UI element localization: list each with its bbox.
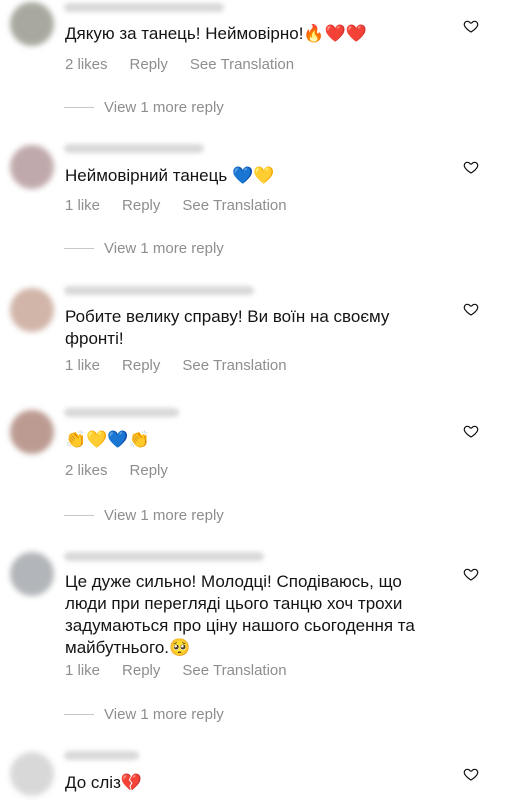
see-translation-button[interactable]: See Translation — [190, 56, 294, 73]
likes-count[interactable]: 1 like — [65, 357, 100, 374]
divider-line — [64, 714, 94, 715]
comment-meta: 1 like Reply See Translation — [65, 357, 309, 374]
reply-button[interactable]: Reply — [122, 357, 160, 374]
username-blurred — [64, 286, 254, 295]
likes-count[interactable]: 2 likes — [65, 56, 108, 73]
reply-button[interactable]: Reply — [130, 56, 168, 73]
username-blurred — [64, 144, 204, 153]
see-translation-button[interactable]: See Translation — [182, 662, 286, 679]
comment-meta: 2 likes Reply — [65, 462, 190, 479]
avatar[interactable] — [10, 145, 54, 189]
like-heart-icon[interactable] — [463, 566, 479, 582]
view-more-replies[interactable]: View 1 more reply — [64, 507, 224, 524]
divider-line — [64, 515, 94, 516]
divider-line — [64, 107, 94, 108]
comment-meta: 1 like Reply See Translation — [65, 197, 309, 214]
comment-text: Дякую за танець! Неймовірно!🔥❤️❤️ — [65, 24, 367, 43]
view-more-replies[interactable]: View 1 more reply — [64, 240, 224, 257]
likes-count[interactable]: 2 likes — [65, 462, 108, 479]
comment-meta: 2 likes Reply See Translation — [65, 56, 316, 73]
avatar[interactable] — [10, 288, 54, 332]
view-more-label[interactable]: View 1 more reply — [104, 99, 224, 116]
comment-text: 👏💛💙👏 — [65, 430, 150, 450]
avatar[interactable] — [10, 552, 54, 596]
avatar[interactable] — [10, 410, 54, 454]
likes-count[interactable]: 1 like — [65, 662, 100, 679]
comment-meta: 1 like Reply See Translation — [65, 662, 309, 679]
see-translation-button[interactable]: See Translation — [182, 197, 286, 214]
divider-line — [64, 248, 94, 249]
avatar[interactable] — [10, 2, 54, 46]
view-more-replies[interactable]: View 1 more reply — [64, 706, 224, 723]
reply-button[interactable]: Reply — [122, 662, 160, 679]
view-more-label[interactable]: View 1 more reply — [104, 706, 224, 723]
avatar[interactable] — [10, 752, 54, 796]
view-more-label[interactable]: View 1 more reply — [104, 507, 224, 524]
reply-button[interactable]: Reply — [122, 197, 160, 214]
see-translation-button[interactable]: See Translation — [182, 357, 286, 374]
username-blurred — [64, 408, 179, 417]
likes-count[interactable]: 1 like — [65, 197, 100, 214]
comment-text: До сліз💔 — [65, 773, 143, 792]
view-more-label[interactable]: View 1 more reply — [104, 240, 224, 257]
reply-button[interactable]: Reply — [130, 462, 168, 479]
username-blurred — [64, 751, 139, 760]
comment-text: Це дуже сильно! Молодці! Сподіваюсь, що … — [65, 572, 420, 657]
username-blurred — [64, 552, 264, 561]
like-heart-icon[interactable] — [463, 766, 479, 782]
username-blurred — [64, 3, 224, 12]
like-heart-icon[interactable] — [463, 18, 479, 34]
comment-text: Робите велику справу! Ви воїн на своєму … — [65, 307, 395, 348]
view-more-replies[interactable]: View 1 more reply — [64, 99, 224, 116]
like-heart-icon[interactable] — [463, 301, 479, 317]
like-heart-icon[interactable] — [463, 159, 479, 175]
comment-text: Неймовірний танець 💙💛 — [65, 166, 275, 185]
like-heart-icon[interactable] — [463, 423, 479, 439]
